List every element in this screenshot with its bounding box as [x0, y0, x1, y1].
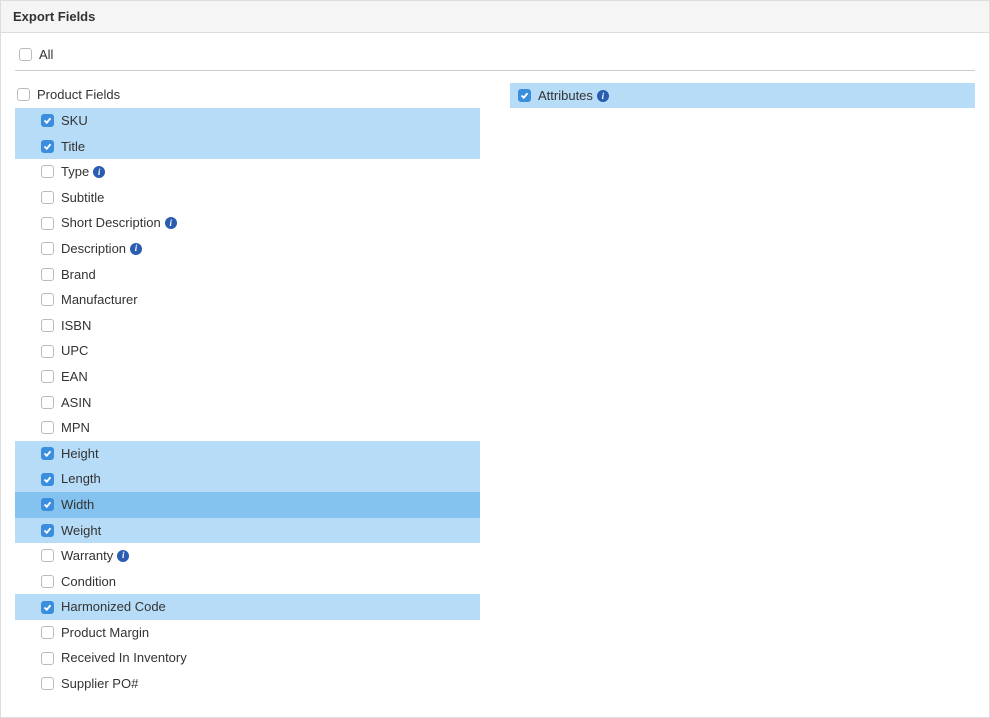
field-label: EAN — [61, 369, 88, 385]
field-label: Title — [61, 139, 85, 155]
field-label: Brand — [61, 267, 96, 283]
all-checkbox[interactable] — [19, 48, 32, 61]
field-label: ISBN — [61, 318, 91, 334]
field-checkbox[interactable] — [41, 165, 54, 178]
field-row[interactable]: ISBN — [15, 313, 480, 339]
panel-title: Export Fields — [1, 1, 989, 33]
field-checkbox[interactable] — [41, 652, 54, 665]
field-checkbox[interactable] — [41, 473, 54, 486]
field-label: Condition — [61, 574, 116, 590]
field-label: Subtitle — [61, 190, 104, 206]
field-label: Length — [61, 471, 101, 487]
field-label: Product Margin — [61, 625, 149, 641]
field-label: Height — [61, 446, 99, 462]
field-checkbox[interactable] — [41, 575, 54, 588]
field-label: Type — [61, 164, 89, 180]
left-column: Product Fields SKUTitleTypeiSubtitleShor… — [15, 83, 480, 697]
field-label: Width — [61, 497, 94, 513]
field-checkbox[interactable] — [41, 447, 54, 460]
field-checkbox[interactable] — [41, 370, 54, 383]
field-checkbox[interactable] — [41, 293, 54, 306]
attributes-row: Attributes i — [510, 83, 975, 108]
field-row[interactable]: MPN — [15, 415, 480, 441]
field-checkbox[interactable] — [41, 319, 54, 332]
field-row[interactable]: Width — [15, 492, 480, 518]
info-icon[interactable]: i — [165, 217, 177, 229]
field-label: Received In Inventory — [61, 650, 187, 666]
field-checkbox[interactable] — [41, 421, 54, 434]
field-row[interactable]: UPC — [15, 338, 480, 364]
field-label: Short Description — [61, 215, 161, 231]
field-checkbox[interactable] — [41, 524, 54, 537]
field-row[interactable]: Typei — [15, 159, 480, 185]
attributes-label: Attributes — [538, 88, 593, 103]
field-label: Supplier PO# — [61, 676, 138, 692]
field-label: UPC — [61, 343, 88, 359]
info-icon[interactable]: i — [130, 243, 142, 255]
field-row[interactable]: EAN — [15, 364, 480, 390]
field-checkbox[interactable] — [41, 549, 54, 562]
field-row[interactable]: Manufacturer — [15, 287, 480, 313]
field-label: Weight — [61, 523, 101, 539]
field-row[interactable]: Description i — [15, 236, 480, 262]
field-row[interactable]: Weight — [15, 518, 480, 544]
field-row[interactable]: Condition — [15, 569, 480, 595]
field-row[interactable]: Received In Inventory — [15, 645, 480, 671]
field-label: SKU — [61, 113, 88, 129]
info-icon[interactable]: i — [93, 166, 105, 178]
columns: Product Fields SKUTitleTypeiSubtitleShor… — [15, 83, 975, 697]
product-fields-label: Product Fields — [37, 87, 120, 102]
field-row[interactable]: ASIN — [15, 390, 480, 416]
field-row[interactable]: Subtitle — [15, 185, 480, 211]
field-row[interactable]: Height — [15, 441, 480, 467]
attributes-checkbox[interactable] — [518, 89, 531, 102]
info-icon[interactable]: i — [117, 550, 129, 562]
product-fields-list: SKUTitleTypeiSubtitleShort DescriptioniD… — [15, 108, 480, 697]
field-row[interactable]: Length — [15, 466, 480, 492]
field-checkbox[interactable] — [41, 140, 54, 153]
field-label: Warranty — [61, 548, 113, 564]
field-label: Manufacturer — [61, 292, 138, 308]
field-checkbox[interactable] — [41, 268, 54, 281]
field-checkbox[interactable] — [41, 345, 54, 358]
field-row[interactable]: Harmonized Code — [15, 594, 480, 620]
field-label: ASIN — [61, 395, 91, 411]
field-checkbox[interactable] — [41, 191, 54, 204]
info-icon[interactable]: i — [597, 90, 609, 102]
field-row[interactable]: Brand — [15, 262, 480, 288]
all-row: All — [15, 43, 975, 71]
field-checkbox[interactable] — [41, 498, 54, 511]
field-checkbox[interactable] — [41, 217, 54, 230]
export-fields-panel: Export Fields All Product Fields SKU Titl… — [0, 0, 990, 718]
field-row[interactable]: Supplier PO# — [15, 671, 480, 697]
right-column: Attributes i — [510, 83, 975, 697]
field-label: Harmonized Code — [61, 599, 166, 615]
field-checkbox[interactable] — [41, 242, 54, 255]
all-label: All — [39, 47, 53, 62]
field-label: Description — [61, 241, 126, 257]
panel-body: All Product Fields SKUTitleTypeiSubtitle… — [1, 33, 989, 717]
field-row[interactable]: Product Margin — [15, 620, 480, 646]
product-fields-header: Product Fields — [15, 83, 480, 106]
field-row[interactable]: Title — [15, 134, 480, 160]
field-checkbox[interactable] — [41, 396, 54, 409]
product-fields-checkbox[interactable] — [17, 88, 30, 101]
field-row[interactable]: Short Description i — [15, 210, 480, 236]
field-label: MPN — [61, 420, 90, 436]
field-row[interactable]: SKU — [15, 108, 480, 134]
field-checkbox[interactable] — [41, 601, 54, 614]
field-checkbox[interactable] — [41, 626, 54, 639]
field-checkbox[interactable] — [41, 677, 54, 690]
field-row[interactable]: Warranty i — [15, 543, 480, 569]
field-checkbox[interactable] — [41, 114, 54, 127]
